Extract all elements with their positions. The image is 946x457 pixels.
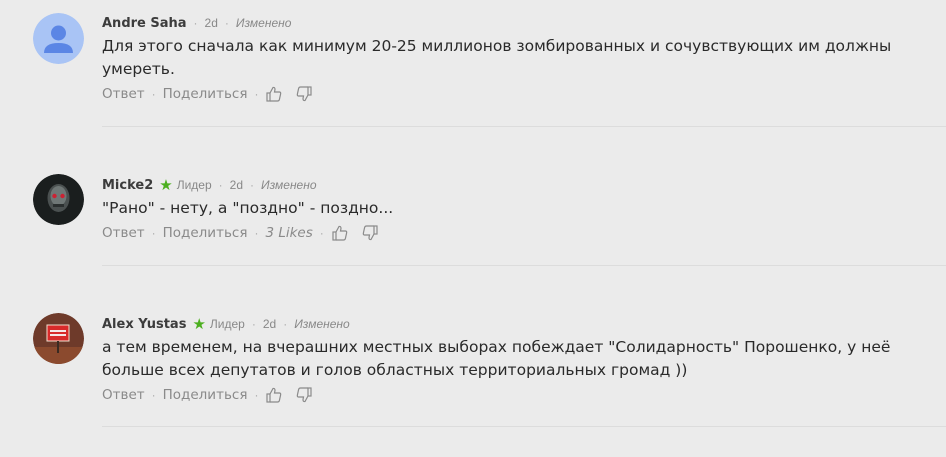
thumbs-down-icon[interactable] bbox=[295, 85, 313, 103]
edited-label: Изменено bbox=[294, 317, 350, 331]
divider bbox=[102, 265, 946, 266]
separator-dot: · bbox=[283, 317, 288, 331]
comment-text: а тем временем, на вчерашних местных выб… bbox=[102, 338, 891, 379]
likes-count[interactable]: 3 Likes bbox=[265, 225, 312, 241]
avatar-image bbox=[33, 174, 84, 225]
star-icon: ★ bbox=[159, 176, 173, 194]
share-button[interactable]: Поделиться bbox=[163, 86, 248, 102]
separator-dot: · bbox=[250, 178, 255, 192]
divider bbox=[102, 126, 946, 127]
rank-badge: Лидер bbox=[209, 317, 245, 331]
share-button[interactable]: Поделиться bbox=[163, 387, 248, 403]
thumbs-up-icon[interactable] bbox=[331, 224, 349, 242]
avatar[interactable] bbox=[33, 13, 84, 64]
thumbs-down-icon[interactable] bbox=[361, 224, 379, 242]
edited-label: Изменено bbox=[235, 16, 292, 30]
author-name[interactable]: Alex Yustas bbox=[102, 317, 186, 332]
separator-dot: · bbox=[251, 317, 256, 331]
thumbs-up-icon[interactable] bbox=[265, 85, 283, 103]
separator-dot: · bbox=[224, 16, 229, 30]
avatar-image bbox=[33, 313, 84, 364]
thumbs-down-icon[interactable] bbox=[295, 386, 313, 404]
reply-button[interactable]: Ответ bbox=[102, 225, 145, 241]
author-name[interactable]: Andre Saha bbox=[102, 16, 187, 31]
thumbs-up-icon[interactable] bbox=[265, 386, 283, 404]
separator-dot: · bbox=[151, 388, 156, 402]
comment-actions: Ответ · Поделиться · bbox=[102, 384, 932, 406]
star-icon: ★ bbox=[192, 315, 206, 333]
author-name[interactable]: Micke2 bbox=[102, 178, 153, 193]
separator-dot: · bbox=[193, 16, 198, 30]
separator-dot: · bbox=[254, 388, 259, 402]
reply-button[interactable]: Ответ bbox=[102, 86, 145, 102]
comment-actions: Ответ · Поделиться · bbox=[102, 83, 932, 105]
separator-dot: · bbox=[319, 226, 324, 240]
rank-badge: Лидер bbox=[176, 178, 212, 192]
comment-text: Для этого сначала как минимум 20-25 милл… bbox=[102, 37, 892, 78]
comment-header: Alex Yustas ★ Лидер · 2d · Изменено bbox=[102, 314, 932, 334]
avatar[interactable] bbox=[33, 174, 84, 225]
timestamp[interactable]: 2d bbox=[230, 178, 243, 192]
share-button[interactable]: Поделиться bbox=[163, 225, 248, 241]
reply-button[interactable]: Ответ bbox=[102, 387, 145, 403]
separator-dot: · bbox=[254, 87, 259, 101]
separator-dot: · bbox=[151, 87, 156, 101]
comment-header: Micke2 ★ Лидер · 2d · Изменено bbox=[102, 175, 932, 195]
separator-dot: · bbox=[218, 178, 223, 192]
comment-actions: Ответ · Поделиться · 3 Likes · bbox=[102, 222, 932, 244]
default-avatar-icon bbox=[33, 13, 84, 64]
separator-dot: · bbox=[151, 226, 156, 240]
avatar[interactable] bbox=[33, 313, 84, 364]
separator-dot: · bbox=[254, 226, 259, 240]
timestamp[interactable]: 2d bbox=[205, 16, 218, 30]
edited-label: Изменено bbox=[261, 178, 317, 192]
divider bbox=[102, 426, 946, 427]
comment-header: Andre Saha · 2d · Изменено bbox=[102, 13, 932, 33]
comment-text: "Рано" - нету, а "поздно" - поздно... bbox=[102, 199, 394, 217]
timestamp[interactable]: 2d bbox=[263, 317, 276, 331]
